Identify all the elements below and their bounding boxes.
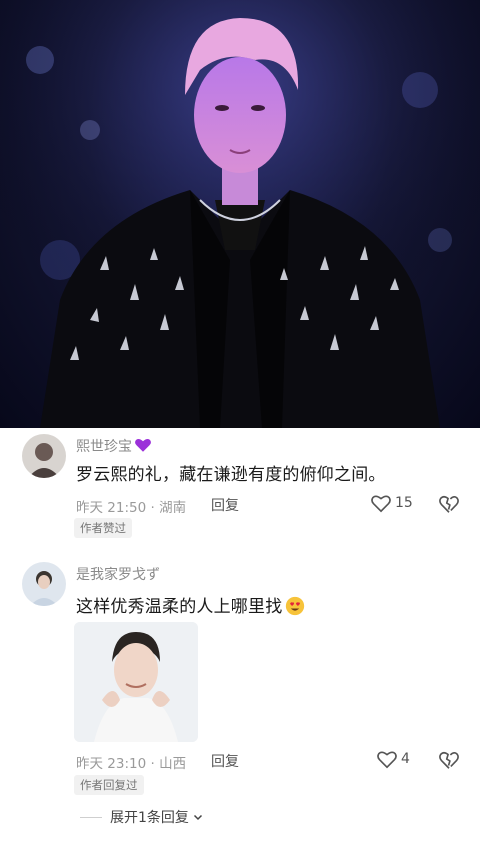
performer-image bbox=[0, 0, 480, 428]
divider bbox=[80, 816, 102, 818]
reply-button[interactable]: 回复 bbox=[211, 495, 239, 515]
author-liked-tag: 作者赞过 bbox=[74, 518, 132, 538]
comment-time: 昨天 23:10 bbox=[76, 756, 147, 772]
author-replied-tag: 作者回复过 bbox=[74, 775, 144, 795]
avatar[interactable] bbox=[22, 434, 66, 478]
like-button[interactable]: 15 bbox=[370, 493, 413, 513]
reply-button[interactable]: 回复 bbox=[211, 751, 239, 771]
comment-text: 这样优秀温柔的人上哪里找 bbox=[76, 597, 283, 617]
comment-location: 山西 bbox=[159, 756, 187, 772]
hero-video-frame[interactable] bbox=[0, 0, 480, 428]
heart-outline-icon bbox=[377, 751, 397, 769]
username[interactable]: 是我家罗戈ず bbox=[76, 564, 160, 584]
comment-time: 昨天 21:50 bbox=[76, 500, 147, 516]
comment-image[interactable] bbox=[74, 622, 198, 742]
avatar[interactable] bbox=[22, 562, 66, 606]
like-button[interactable]: 4 bbox=[376, 749, 410, 769]
like-count: 15 bbox=[395, 495, 413, 511]
like-count: 4 bbox=[401, 751, 410, 767]
purple-heart-icon bbox=[135, 439, 151, 452]
expand-replies-button[interactable]: 展开1条回复 bbox=[80, 807, 204, 827]
dislike-broken-heart-icon[interactable] bbox=[438, 493, 460, 515]
username[interactable]: 熙世珍宝 bbox=[76, 439, 132, 455]
heart-eyes-emoji-icon bbox=[286, 596, 305, 616]
dislike-broken-heart-icon[interactable] bbox=[438, 749, 460, 771]
comment-text: 罗云熙的礼，藏在谦逊有度的俯仰之间。 bbox=[76, 465, 386, 485]
expand-replies-label: 展开1条回复 bbox=[110, 810, 189, 826]
heart-outline-icon bbox=[371, 495, 391, 513]
comment-location: 湖南 bbox=[159, 500, 187, 516]
chevron-down-icon bbox=[193, 814, 202, 821]
